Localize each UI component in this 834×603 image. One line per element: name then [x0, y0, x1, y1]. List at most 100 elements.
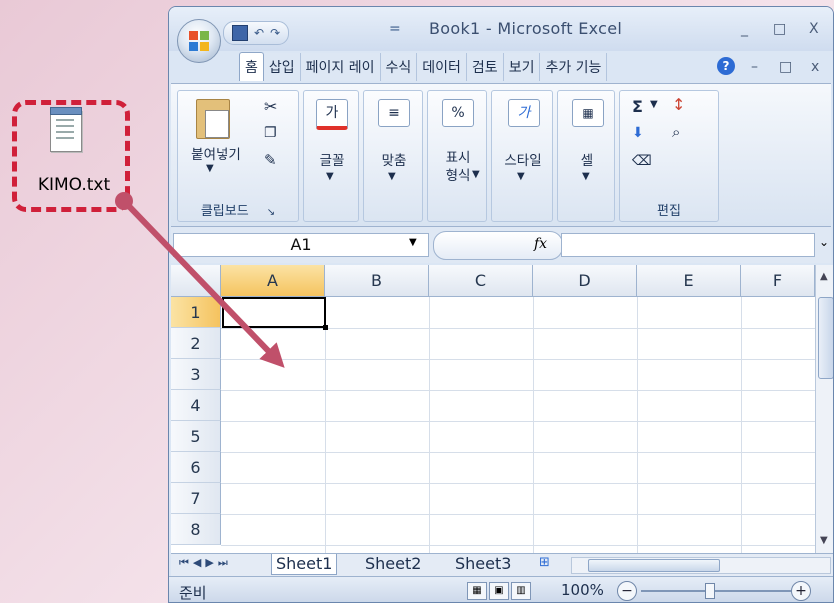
paste-dropdown-icon[interactable]: ▼: [206, 163, 214, 174]
column-header[interactable]: B: [325, 265, 429, 297]
number-format-icon[interactable]: %: [442, 99, 474, 127]
row-header[interactable]: 6: [171, 452, 221, 483]
title-bar: ↶ ↷ = Book1 - Microsoft Excel _ □ X: [169, 7, 833, 51]
zoom-out-button[interactable]: −: [617, 581, 637, 601]
minimize-button[interactable]: _: [741, 21, 748, 37]
tab-page-layout[interactable]: 페이지 레이: [300, 53, 381, 81]
row-header[interactable]: 5: [171, 421, 221, 452]
font-button[interactable]: 글꼴: [304, 149, 360, 169]
number-dropdown-icon[interactable]: ▼: [472, 169, 480, 180]
row-header[interactable]: 8: [171, 514, 221, 545]
vertical-scrollbar[interactable]: ▲ ▼: [815, 265, 833, 553]
sheet-tab-2[interactable]: Sheet2: [361, 554, 425, 574]
customize-qat-icon[interactable]: =: [389, 21, 401, 37]
sheet-tab-3[interactable]: Sheet3: [451, 554, 515, 574]
alignment-icon[interactable]: ≡: [378, 99, 410, 127]
name-box[interactable]: A1: [173, 233, 429, 257]
paste-icon[interactable]: [196, 99, 230, 139]
ribbon-close-button[interactable]: x: [811, 59, 819, 75]
maximize-button[interactable]: □: [773, 21, 786, 37]
window-title: Book1 - Microsoft Excel: [429, 19, 623, 38]
ribbon-tabs: 홈 삽입 페이지 레이 수식 데이터 검토 보기 추가 기능: [239, 51, 608, 81]
row-header[interactable]: 2: [171, 328, 221, 359]
insert-sheet-icon[interactable]: ⊞: [539, 555, 550, 570]
expand-formula-bar-icon[interactable]: ⌄: [819, 235, 829, 249]
redo-icon[interactable]: ↷: [270, 26, 280, 40]
grid-line: [221, 359, 815, 360]
horizontal-scrollbar[interactable]: [571, 557, 831, 574]
tab-data[interactable]: 데이터: [417, 53, 467, 81]
font-dropdown-icon[interactable]: ▼: [326, 171, 334, 182]
cells-icon[interactable]: ▦: [572, 99, 604, 127]
row-header[interactable]: 7: [171, 483, 221, 514]
select-all-corner[interactable]: [171, 265, 221, 297]
clear-icon[interactable]: ⌫: [632, 153, 652, 169]
font-icon[interactable]: 가: [316, 99, 348, 130]
row-header[interactable]: 4: [171, 390, 221, 421]
autosum-icon[interactable]: Σ: [632, 97, 643, 116]
tab-insert[interactable]: 삽입: [263, 53, 301, 81]
save-icon[interactable]: [232, 25, 248, 41]
column-header[interactable]: E: [637, 265, 741, 297]
format-painter-icon[interactable]: ✎: [264, 151, 277, 169]
styles-button[interactable]: 스타일: [492, 149, 554, 169]
tab-add-ins[interactable]: 추가 기능: [540, 53, 608, 81]
column-header[interactable]: D: [533, 265, 637, 297]
active-cell-a1[interactable]: [222, 297, 328, 330]
tab-view[interactable]: 보기: [503, 53, 541, 81]
page-break-view-icon[interactable]: ▥: [511, 582, 531, 600]
tab-review[interactable]: 검토: [466, 53, 504, 81]
ribbon-restore-button[interactable]: □: [779, 59, 792, 75]
row-header[interactable]: 3: [171, 359, 221, 390]
zoom-slider-thumb[interactable]: [705, 583, 715, 599]
ribbon-minimize-button[interactable]: –: [751, 59, 758, 75]
column-header[interactable]: C: [429, 265, 533, 297]
column-header[interactable]: F: [741, 265, 815, 297]
styles-dropdown-icon[interactable]: ▼: [517, 171, 525, 182]
office-button[interactable]: [177, 19, 221, 63]
normal-view-icon[interactable]: ▦: [467, 582, 487, 600]
alignment-button[interactable]: 맞춤: [364, 149, 424, 169]
horizontal-scroll-thumb[interactable]: [588, 559, 720, 572]
quick-access-toolbar: ↶ ↷: [223, 21, 290, 45]
styles-group: 가 스타일 ▼: [491, 90, 553, 222]
zoom-level[interactable]: 100%: [561, 581, 604, 599]
clipboard-group-label: 클립보드 ↘: [200, 204, 276, 219]
status-bar: 준비 ▦ ▣ ▥ 100% − +: [169, 576, 833, 602]
file-name-label[interactable]: KIMO.txt: [24, 175, 124, 195]
styles-icon[interactable]: 가: [508, 99, 540, 127]
column-header[interactable]: A: [221, 265, 325, 297]
copy-icon[interactable]: ❐: [264, 125, 277, 141]
page-layout-view-icon[interactable]: ▣: [489, 582, 509, 600]
cells-dropdown-icon[interactable]: ▼: [582, 171, 590, 182]
text-file-icon[interactable]: [50, 107, 82, 152]
formula-input[interactable]: [561, 233, 815, 257]
paste-button[interactable]: 붙여넣기: [182, 143, 250, 163]
fill-icon[interactable]: ⬇: [632, 125, 644, 141]
vertical-scroll-thumb[interactable]: [818, 297, 833, 379]
cells-button[interactable]: 셀: [558, 149, 616, 169]
undo-icon[interactable]: ↶: [254, 26, 264, 40]
sort-filter-icon[interactable]: ↕: [672, 95, 685, 114]
zoom-in-button[interactable]: +: [791, 581, 811, 601]
grid-line: [221, 483, 815, 484]
row-header[interactable]: 1: [171, 297, 221, 328]
tab-formulas[interactable]: 수식: [380, 53, 418, 81]
alignment-dropdown-icon[interactable]: ▼: [388, 171, 396, 182]
autosum-dropdown-icon[interactable]: ▼: [650, 99, 658, 110]
number-group: % 표시 형식 ▼: [427, 90, 487, 222]
sheet-tab-bar: ⏮◀▶⏭ Sheet1 Sheet2 Sheet3 ⊞: [171, 553, 833, 576]
dialog-launcher-icon[interactable]: ↘: [267, 207, 275, 218]
zoom-slider-track[interactable]: [641, 590, 791, 592]
sheet-tab-1[interactable]: Sheet1: [271, 554, 338, 575]
sheet-nav-icons[interactable]: ⏮◀▶⏭: [179, 556, 232, 570]
help-icon[interactable]: ?: [717, 57, 735, 75]
scroll-down-icon[interactable]: ▼: [820, 535, 828, 546]
tab-home[interactable]: 홈: [239, 52, 264, 81]
close-button[interactable]: X: [809, 21, 819, 37]
find-select-icon[interactable]: ⌕: [672, 123, 680, 141]
insert-function-button[interactable]: fx: [534, 236, 547, 252]
name-box-dropdown-icon[interactable]: ▼: [409, 237, 417, 248]
cut-icon[interactable]: ✂: [264, 97, 277, 116]
scroll-up-icon[interactable]: ▲: [820, 271, 828, 282]
